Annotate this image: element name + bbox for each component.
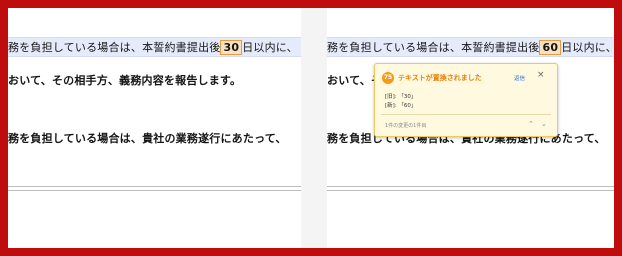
compare-frame: 務を負担している場合は、本誓約書提出後 30 日以内に、 おいて、その相手方、義務内… — [8, 8, 614, 248]
revised-line-1-suffix: 日以内に、 — [561, 41, 614, 54]
popup-title: テキストが置換されました — [398, 74, 482, 82]
reply-link[interactable]: 返信 — [514, 74, 525, 82]
revised-line-1-prefix: 務を負担している場合は、本誓約書提出後 — [327, 41, 540, 54]
old-value-text: [旧]: 「30」 — [385, 94, 417, 100]
original-document-pane: 務を負担している場合は、本誓約書提出後 30 日以内に、 おいて、その相手方、義務内… — [8, 8, 301, 248]
original-changed-value[interactable]: 30 — [220, 40, 243, 55]
close-icon[interactable]: × — [537, 70, 545, 80]
original-line-2: おいて、その相手方、義務内容を報告します。 — [8, 74, 242, 87]
change-counter: 1件の変更の1件目 — [385, 123, 427, 129]
original-line-1: 務を負担している場合は、本誓約書提出後 30 日以内に、 — [8, 39, 298, 55]
popup-divider — [381, 114, 551, 115]
new-value-text: [新]: 「60」 — [385, 103, 417, 109]
previous-change-icon[interactable]: ⌃ — [528, 120, 534, 128]
original-line-1-suffix: 日以内に、 — [242, 41, 298, 54]
next-change-icon[interactable]: ⌄ — [541, 120, 547, 128]
revised-changed-value[interactable]: 60 — [539, 40, 562, 55]
app-logo-icon: 75 — [382, 72, 394, 84]
change-popup: 75 テキストが置換されました 返信 × [旧]: 「30」 [新]: 「60」… — [374, 63, 558, 137]
original-line-1-prefix: 務を負担している場合は、本誓約書提出後 — [8, 41, 221, 54]
divider — [327, 186, 614, 187]
divider — [327, 190, 614, 191]
divider — [8, 186, 301, 187]
revised-line-1: 務を負担している場合は、本誓約書提出後 60 日以内に、 — [327, 39, 614, 55]
compare-gutter — [301, 8, 327, 248]
divider — [8, 190, 301, 191]
original-line-3: 務を負担している場合は、貴社の業務遂行にあたって、 — [8, 132, 287, 145]
